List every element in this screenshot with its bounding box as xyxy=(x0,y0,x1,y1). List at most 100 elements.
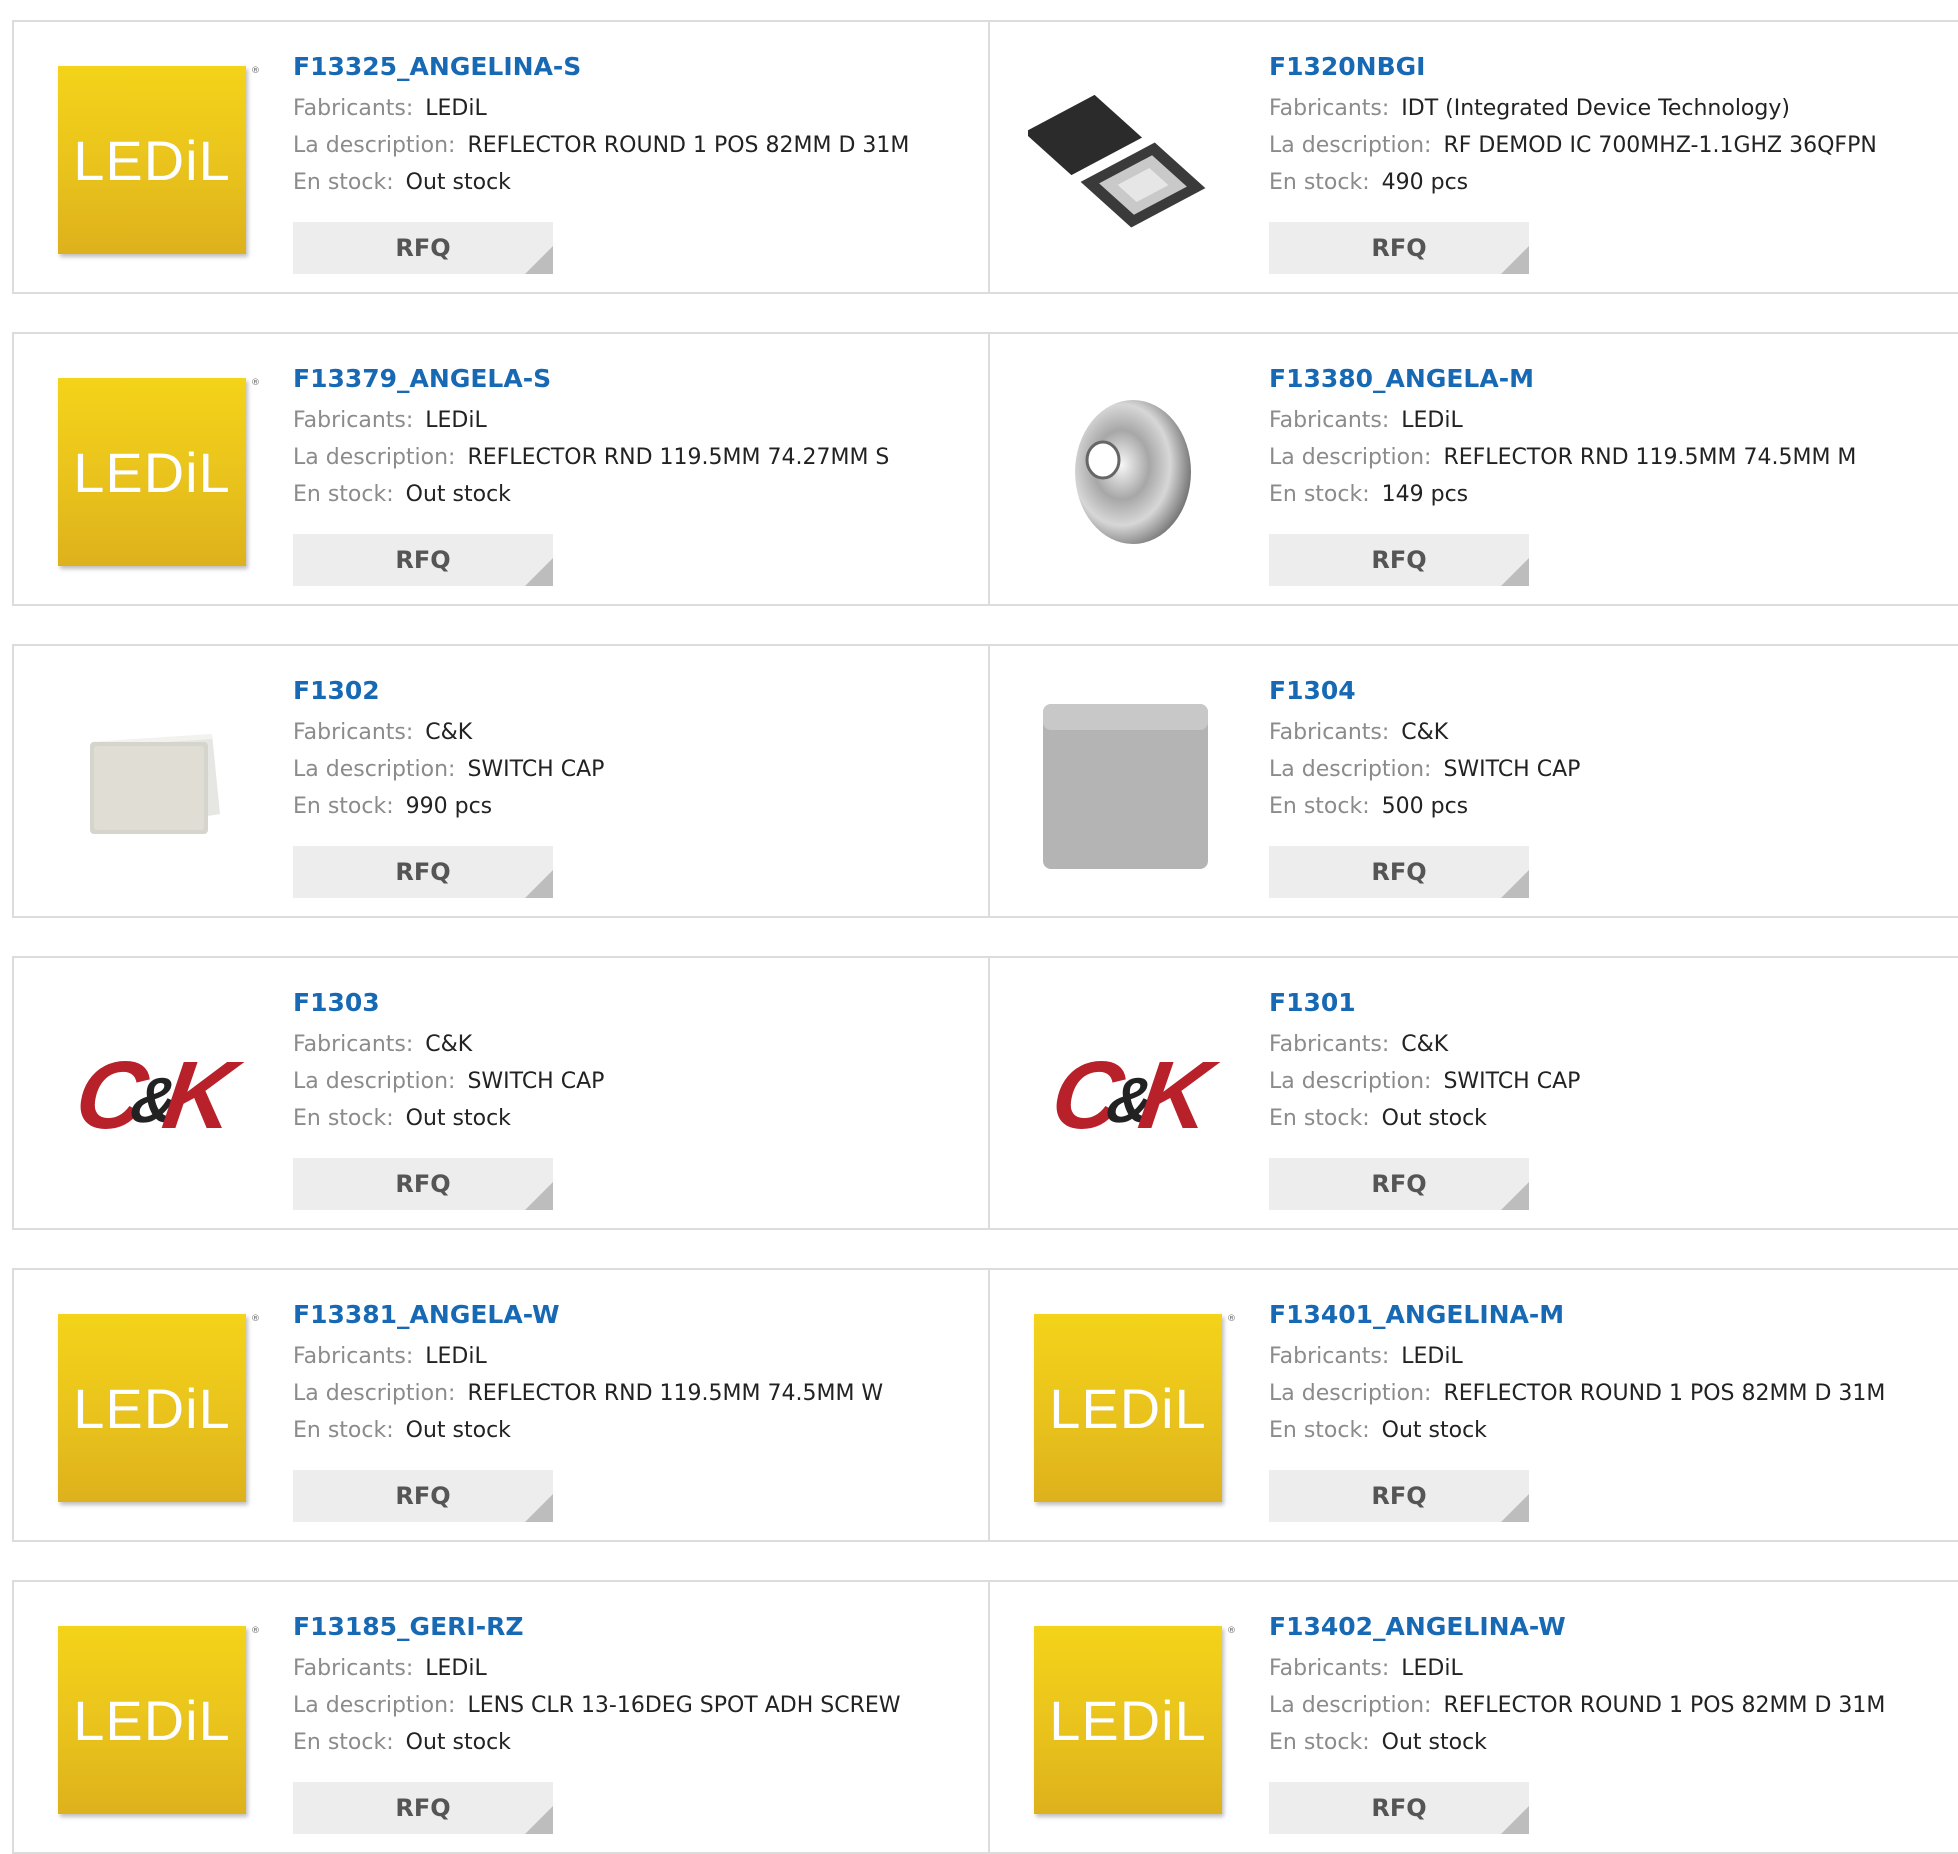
product-part-link[interactable]: F13379_ANGELA-S xyxy=(293,362,978,396)
stock-value: 490 pcs xyxy=(1381,170,1469,195)
rfq-button[interactable]: RFQ xyxy=(1269,1782,1529,1834)
rfq-button[interactable]: RFQ xyxy=(1269,222,1529,274)
rfq-button[interactable]: RFQ xyxy=(293,534,553,586)
stock-value: Out stock xyxy=(405,1106,511,1131)
product-part-link[interactable]: F1320NBGI xyxy=(1269,50,1948,84)
rfq-button[interactable]: RFQ xyxy=(293,1782,553,1834)
rfq-button[interactable]: RFQ xyxy=(293,846,553,898)
product-info: F13185_GERI-RZ Fabricants: LEDiL La descr… xyxy=(293,1610,978,1761)
product-card: F1320NBGI Fabricants: IDT (Integrated Dev… xyxy=(990,20,1958,294)
product-info: F13379_ANGELA-S Fabricants: LEDiL La desc… xyxy=(293,362,978,513)
product-part-link[interactable]: F13325_ANGELINA-S xyxy=(293,50,978,84)
manufacturer-label: Fabricants: xyxy=(1269,1344,1390,1369)
product-info: F13325_ANGELINA-S Fabricants: LEDiL La de… xyxy=(293,50,978,201)
stock-row: En stock: Out stock xyxy=(1269,1412,1948,1449)
description-value: REFLECTOR ROUND 1 POS 82MM D 31M xyxy=(467,133,910,158)
description-value: REFLECTOR RND 119.5MM 74.27MM S xyxy=(467,445,890,470)
rfq-button[interactable]: RFQ xyxy=(1269,534,1529,586)
description-row: La description: SWITCH CAP xyxy=(293,1063,978,1100)
product-info: F13401_ANGELINA-M Fabricants: LEDiL La de… xyxy=(1269,1298,1948,1449)
stock-value: Out stock xyxy=(405,170,511,195)
stock-label: En stock: xyxy=(293,482,394,507)
product-thumbnail[interactable]: LEDiL ® xyxy=(52,1308,260,1508)
stock-value: Out stock xyxy=(1381,1730,1487,1755)
product-thumbnail[interactable] xyxy=(1028,60,1228,260)
description-value: REFLECTOR ROUND 1 POS 82MM D 31M xyxy=(1443,1693,1886,1718)
product-info: F1303 Fabricants: C&K La description: SWIT… xyxy=(293,986,978,1137)
product-info: F13381_ANGELA-W Fabricants: LEDiL La desc… xyxy=(293,1298,978,1449)
description-label: La description: xyxy=(1269,133,1432,158)
stock-row: En stock: Out stock xyxy=(293,1100,978,1137)
product-part-link[interactable]: F13185_GERI-RZ xyxy=(293,1610,978,1644)
product-card: LEDiL ® F13401_ANGELINA-M Fabricants: LED… xyxy=(990,1268,1958,1542)
stock-label: En stock: xyxy=(1269,1418,1370,1443)
stock-row: En stock: Out stock xyxy=(293,476,978,513)
stock-label: En stock: xyxy=(293,170,394,195)
manufacturer-value: LEDiL xyxy=(425,1344,487,1369)
product-part-link[interactable]: F13401_ANGELINA-M xyxy=(1269,1298,1948,1332)
stock-label: En stock: xyxy=(293,1730,394,1755)
stock-row: En stock: 990 pcs xyxy=(293,788,978,825)
ledil-logo: LEDiL ® xyxy=(58,378,260,566)
stock-value: Out stock xyxy=(405,1418,511,1443)
product-part-link[interactable]: F13402_ANGELINA-W xyxy=(1269,1610,1948,1644)
stock-label: En stock: xyxy=(1269,482,1370,507)
product-part-link[interactable]: F1301 xyxy=(1269,986,1948,1020)
manufacturer-row: Fabricants: C&K xyxy=(293,1026,978,1063)
manufacturer-label: Fabricants: xyxy=(293,408,414,433)
stock-row: En stock: Out stock xyxy=(1269,1724,1948,1761)
product-part-link[interactable]: F1302 xyxy=(293,674,978,708)
product-grid: LEDiL ® F13325_ANGELINA-S Fabricants: LED… xyxy=(12,20,1958,1854)
description-label: La description: xyxy=(293,1381,456,1406)
product-thumbnail[interactable]: LEDiL ® xyxy=(1028,1308,1236,1508)
rfq-button[interactable]: RFQ xyxy=(293,222,553,274)
ledil-logo: LEDiL ® xyxy=(1034,1626,1236,1814)
description-label: La description: xyxy=(1269,445,1432,470)
manufacturer-value: LEDiL xyxy=(1401,408,1463,433)
product-info: F1304 Fabricants: C&K La description: SWIT… xyxy=(1269,674,1948,825)
product-card: LEDiL ® F13402_ANGELINA-W Fabricants: LED… xyxy=(990,1580,1958,1854)
description-row: La description: SWITCH CAP xyxy=(1269,1063,1948,1100)
manufacturer-value: LEDiL xyxy=(425,96,487,121)
rfq-button[interactable]: RFQ xyxy=(293,1158,553,1210)
manufacturer-label: Fabricants: xyxy=(1269,408,1390,433)
stock-value: 500 pcs xyxy=(1381,794,1469,819)
product-thumbnail[interactable]: LEDiL ® xyxy=(52,372,260,572)
product-part-link[interactable]: F13381_ANGELA-W xyxy=(293,1298,978,1332)
product-part-link[interactable]: F13380_ANGELA-M xyxy=(1269,362,1948,396)
product-part-link[interactable]: F1303 xyxy=(293,986,978,1020)
manufacturer-label: Fabricants: xyxy=(293,720,414,745)
description-value: REFLECTOR ROUND 1 POS 82MM D 31M xyxy=(1443,1381,1886,1406)
stock-label: En stock: xyxy=(1269,794,1370,819)
rfq-button[interactable]: RFQ xyxy=(1269,846,1529,898)
description-row: La description: REFLECTOR ROUND 1 POS 82M… xyxy=(1269,1375,1948,1412)
product-thumbnail[interactable]: LEDiL ® xyxy=(52,60,260,260)
product-info: F13380_ANGELA-M Fabricants: LEDiL La desc… xyxy=(1269,362,1948,513)
description-row: La description: LENS CLR 13-16DEG SPOT AD… xyxy=(293,1687,978,1724)
manufacturer-row: Fabricants: LEDiL xyxy=(1269,1650,1948,1687)
rfq-button[interactable]: RFQ xyxy=(1269,1158,1529,1210)
description-label: La description: xyxy=(1269,1693,1432,1718)
manufacturer-row: Fabricants: LEDiL xyxy=(293,1338,978,1375)
product-thumbnail[interactable]: LEDiL ® xyxy=(52,1620,260,1820)
product-thumbnail[interactable] xyxy=(1028,372,1228,572)
ledil-logo-text: LEDiL xyxy=(73,1688,231,1752)
product-thumbnail[interactable]: LEDiL ® xyxy=(1028,1620,1236,1820)
manufacturer-row: Fabricants: LEDiL xyxy=(293,402,978,439)
description-row: La description: REFLECTOR RND 119.5MM 74.… xyxy=(293,1375,978,1412)
rfq-button[interactable]: RFQ xyxy=(1269,1470,1529,1522)
description-label: La description: xyxy=(1269,1069,1432,1094)
product-thumbnail[interactable]: C&K xyxy=(1028,996,1228,1196)
product-thumbnail[interactable] xyxy=(1028,684,1228,884)
description-row: La description: SWITCH CAP xyxy=(293,751,978,788)
product-thumbnail[interactable] xyxy=(52,684,252,884)
ledil-logo: LEDiL ® xyxy=(58,1314,260,1502)
ledil-logo-text: LEDiL xyxy=(73,440,231,504)
rfq-button[interactable]: RFQ xyxy=(293,1470,553,1522)
product-thumbnail[interactable]: C&K xyxy=(52,996,252,1196)
stock-row: En stock: 490 pcs xyxy=(1269,164,1948,201)
product-part-link[interactable]: F1304 xyxy=(1269,674,1948,708)
description-label: La description: xyxy=(293,757,456,782)
ledil-logo: LEDiL ® xyxy=(1034,1314,1236,1502)
manufacturer-value: LEDiL xyxy=(425,1656,487,1681)
